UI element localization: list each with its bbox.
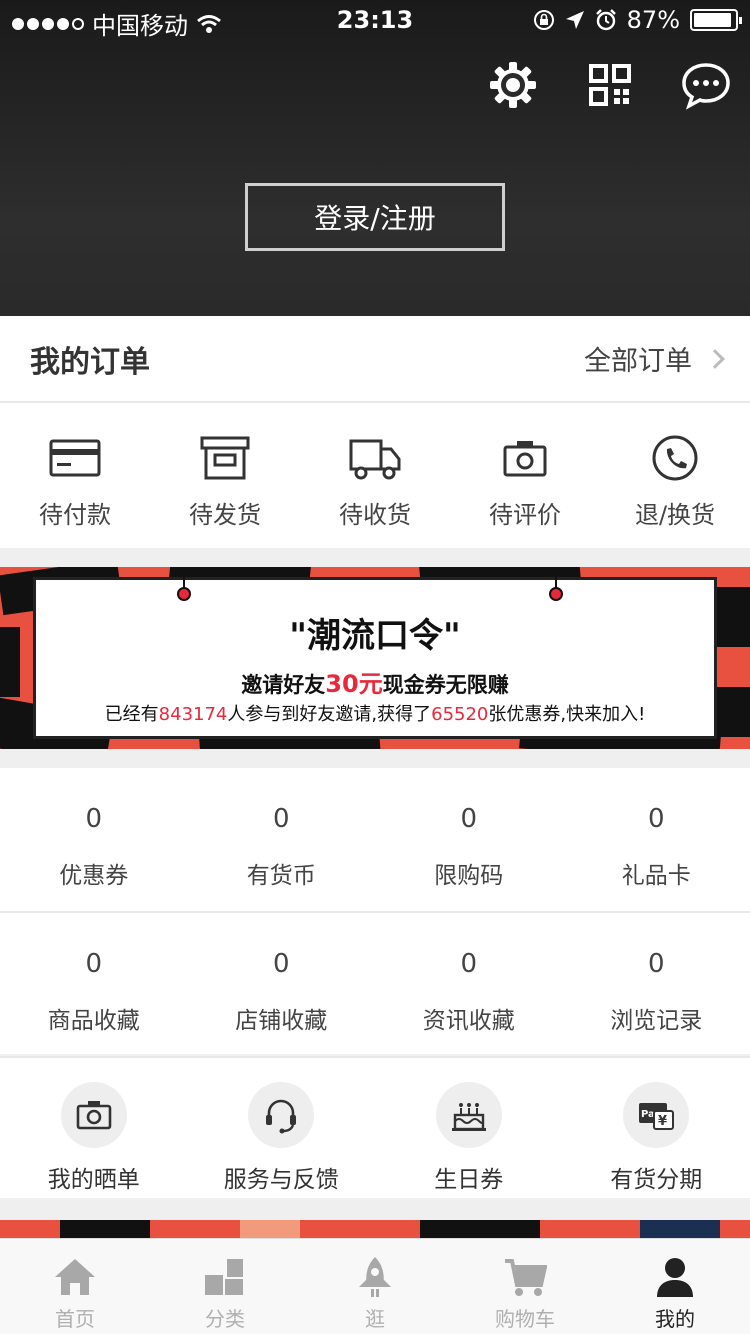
service-label: 服务与反馈 <box>223 1167 339 1193</box>
stat-product-favorites[interactable]: 0 商品收藏 <box>0 913 188 1054</box>
tab-label: 我的 <box>655 1307 695 1331</box>
account-stats: 0 优惠券 0 有货币 0 限购码 0 礼品卡 0 商品收藏 0 店铺收藏 0 … <box>0 768 750 1054</box>
message-chat-icon[interactable] <box>681 60 731 110</box>
my-orders-section: 我的订单 全部订单 待付款 待发货 待收货 待评价 退/换货 <box>0 316 750 548</box>
camera-icon <box>503 441 547 477</box>
order-item-label: 待发货 <box>189 501 261 529</box>
stat-label: 店铺收藏 <box>235 1008 328 1034</box>
all-orders-label: 全部订单 <box>584 346 692 377</box>
pay-icon: Pay ¥ <box>639 1103 675 1130</box>
order-pending-receipt[interactable]: 待收货 <box>300 403 450 548</box>
stat-value: 0 <box>460 804 478 834</box>
service-feedback[interactable]: 服务与反馈 <box>188 1058 376 1198</box>
tab-explore[interactable]: 逛 <box>300 1239 450 1334</box>
battery-percent: 87% <box>626 6 680 34</box>
stat-article-favorites[interactable]: 0 资讯收藏 <box>375 913 563 1054</box>
stat-value: 0 <box>647 949 665 979</box>
hanging-pin-icon <box>177 567 191 601</box>
service-my-posts[interactable]: 我的晒单 <box>0 1058 188 1198</box>
tab-label: 首页 <box>55 1307 95 1331</box>
phone-icon <box>652 435 698 481</box>
order-return-exchange[interactable]: 退/换货 <box>600 403 750 548</box>
user-icon <box>657 1258 693 1297</box>
stat-store-favorites[interactable]: 0 店铺收藏 <box>188 913 376 1054</box>
cart-icon <box>505 1259 547 1296</box>
tab-label: 逛 <box>365 1307 385 1331</box>
stat-value: 0 <box>272 949 290 979</box>
tab-mine[interactable]: 我的 <box>600 1239 750 1334</box>
battery-icon <box>690 9 742 31</box>
order-pending-payment[interactable]: 待付款 <box>0 403 150 548</box>
service-label: 我的晒单 <box>47 1167 140 1193</box>
stat-coupons[interactable]: 0 优惠券 <box>0 768 188 911</box>
headset-icon <box>266 1099 297 1134</box>
stat-label: 资讯收藏 <box>422 1008 515 1034</box>
card-icon <box>49 439 101 477</box>
service-birthday-coupon[interactable]: 生日券 <box>375 1058 563 1198</box>
home-icon <box>55 1259 95 1295</box>
order-pending-review[interactable]: 待评价 <box>450 403 600 548</box>
order-item-label: 待评价 <box>489 501 561 529</box>
promo-banner-peek[interactable] <box>0 1220 750 1240</box>
all-orders-link[interactable]: 全部订单 <box>584 339 725 378</box>
stat-label: 商品收藏 <box>47 1008 140 1034</box>
tab-cart[interactable]: 购物车 <box>450 1239 600 1334</box>
stat-label: 礼品卡 <box>621 863 691 889</box>
category-icon <box>205 1259 243 1295</box>
status-bar: 中国移动 23:13 87% <box>0 0 750 40</box>
stat-yoho-coins[interactable]: 0 有货币 <box>188 768 376 911</box>
order-item-label: 待收货 <box>339 501 411 529</box>
alarm-icon <box>595 9 616 31</box>
qr-code-icon[interactable] <box>585 60 635 110</box>
hanging-pin-icon <box>549 567 563 601</box>
profile-header: 中国移动 23:13 87% 登录/注册 <box>0 0 750 316</box>
tab-home[interactable]: 首页 <box>0 1239 150 1334</box>
service-label: 有货分期 <box>610 1167 703 1193</box>
banner-title: "潮流口令" <box>289 616 461 656</box>
tab-label: 分类 <box>205 1307 245 1331</box>
rocket-icon <box>359 1257 391 1297</box>
stat-label: 有货币 <box>246 863 316 889</box>
invite-promo-banner[interactable]: "潮流口令" 邀请好友30元现金券无限赚 已经有843174人参与到好友邀请,获… <box>0 567 750 749</box>
tab-category[interactable]: 分类 <box>150 1239 300 1334</box>
banner-detail: 已经有843174人参与到好友邀请,获得了65520张优惠券,快来加入! <box>104 704 646 725</box>
settings-gear-icon[interactable] <box>488 60 538 110</box>
service-label: 生日券 <box>434 1167 504 1193</box>
order-pending-shipment[interactable]: 待发货 <box>150 403 300 548</box>
orders-header[interactable]: 我的订单 全部订单 <box>0 316 750 403</box>
cake-icon <box>451 1103 486 1131</box>
banner-card: "潮流口令" 邀请好友30元现金券无限赚 已经有843174人参与到好友邀请,获… <box>33 577 717 739</box>
login-register-button[interactable]: 登录/注册 <box>245 183 505 251</box>
orders-title: 我的订单 <box>30 344 150 380</box>
order-item-label: 待付款 <box>39 501 111 529</box>
stat-value: 0 <box>647 804 665 834</box>
stat-label: 限购码 <box>434 863 504 889</box>
svg-text:¥: ¥ <box>658 1114 667 1129</box>
rotation-lock-icon <box>533 10 554 30</box>
location-icon <box>565 11 584 29</box>
stat-browse-history[interactable]: 0 浏览记录 <box>563 913 750 1054</box>
truck-icon <box>349 439 401 480</box>
camera-icon <box>76 1101 112 1130</box>
stat-value: 0 <box>460 949 478 979</box>
stat-label: 浏览记录 <box>610 1008 703 1034</box>
services-row: 我的晒单 服务与反馈 生日券 Pay ¥ 有货分期 <box>0 1056 750 1198</box>
chevron-right-icon <box>705 348 725 369</box>
stat-value: 0 <box>85 949 103 979</box>
stat-value: 0 <box>85 804 103 834</box>
banner-subtitle: 邀请好友30元现金券无限赚 <box>241 670 509 698</box>
service-installment[interactable]: Pay ¥ 有货分期 <box>563 1058 750 1198</box>
order-item-label: 退/换货 <box>634 501 716 529</box>
box-icon <box>200 436 250 480</box>
stat-value: 0 <box>272 804 290 834</box>
bottom-tab-bar: 首页 分类 逛 购物车 我的 <box>0 1238 750 1334</box>
tab-label: 购物车 <box>495 1307 555 1331</box>
stat-limit-codes[interactable]: 0 限购码 <box>375 768 563 911</box>
stat-gift-cards[interactable]: 0 礼品卡 <box>563 768 750 911</box>
stat-label: 优惠券 <box>59 863 129 889</box>
